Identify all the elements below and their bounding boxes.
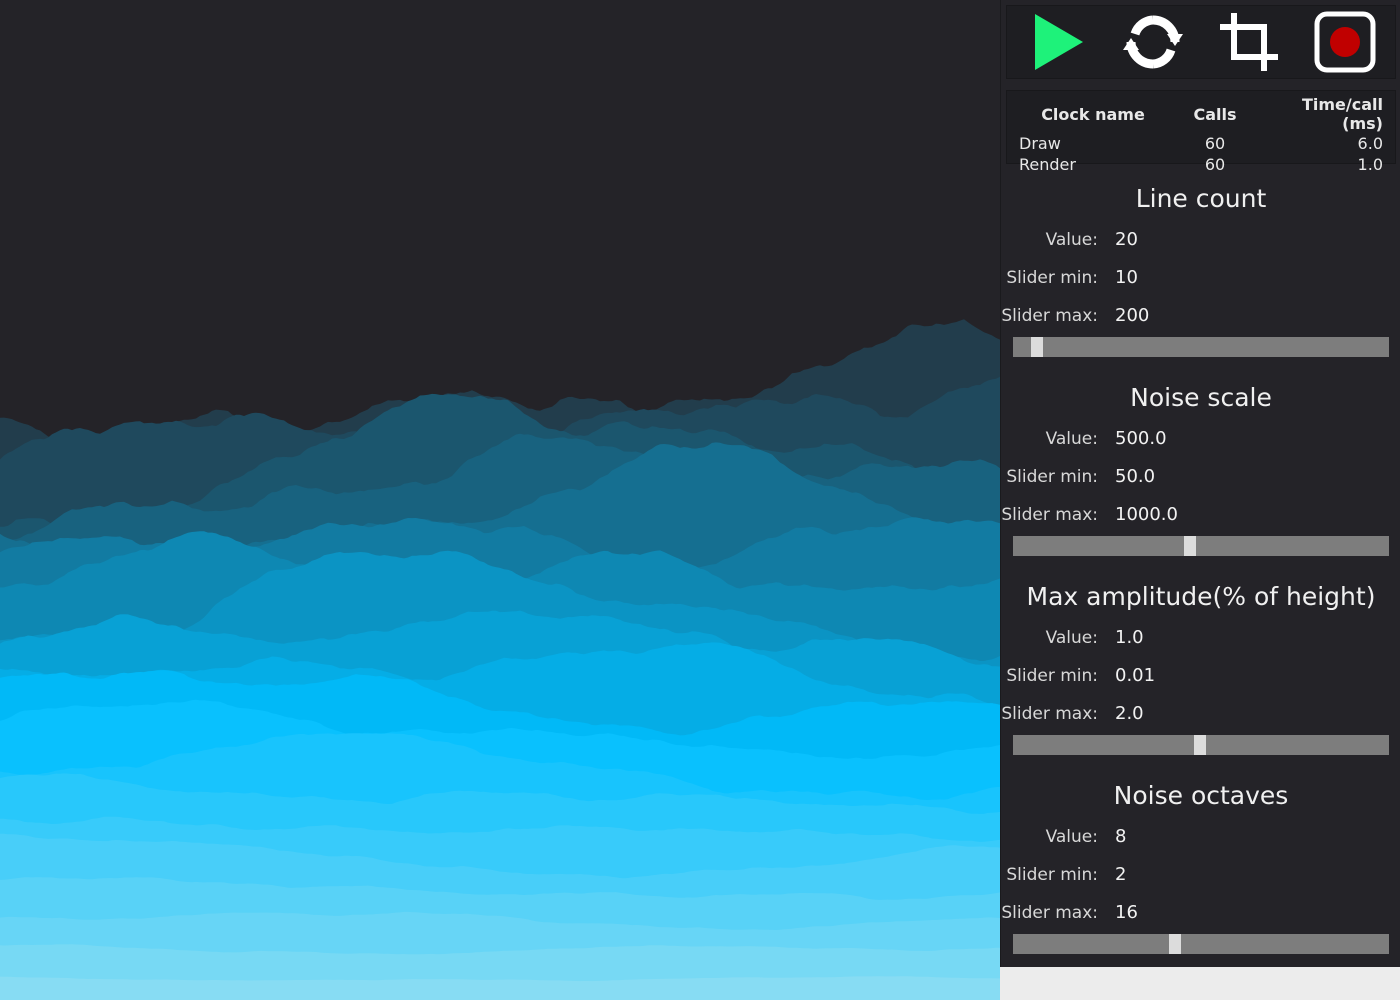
- clock-row: Draw 60 6.0: [1007, 133, 1395, 154]
- param-slider[interactable]: [1013, 337, 1389, 357]
- param-title: Line count: [1135, 184, 1267, 213]
- value-label: Value:: [1045, 230, 1098, 250]
- slider-min-field[interactable]: 2: [1115, 862, 1126, 888]
- clock-name: Draw: [1019, 134, 1061, 153]
- slider-max-label: Slider max:: [1001, 505, 1098, 525]
- clock-header-name: Clock name: [1041, 104, 1145, 124]
- slider-min-field[interactable]: 10: [1115, 265, 1138, 291]
- clock-time: 6.0: [1357, 134, 1383, 153]
- record-icon: [1314, 11, 1376, 73]
- value-field[interactable]: 1.0: [1115, 625, 1144, 651]
- param-title: Noise octaves: [1113, 781, 1289, 810]
- param-min-row: Slider min: 10: [1001, 265, 1400, 291]
- clock-table: Clock name Calls Time/call (ms) Draw 60 …: [1006, 90, 1396, 174]
- slider-handle[interactable]: [1184, 536, 1197, 556]
- landscape-canvas[interactable]: [0, 0, 1000, 1000]
- param-max-row: Slider max: 16: [1001, 900, 1400, 926]
- param-noise-octaves: Noise octaves Value: 8 Slider min: 2 Sli…: [1001, 767, 1400, 966]
- param-max-row: Slider max: 1000.0: [1001, 502, 1400, 528]
- clock-header-time: Time/call (ms): [1301, 95, 1383, 133]
- value-label: Value:: [1045, 429, 1098, 449]
- clock-header-calls: Calls: [1193, 104, 1237, 124]
- param-max-row: Slider max: 200: [1001, 303, 1400, 329]
- param-value-row: Value: 8: [1001, 824, 1400, 850]
- param-value-row: Value: 20: [1001, 227, 1400, 253]
- param-title: Max amplitude(% of height): [1026, 582, 1376, 611]
- slider-min-label: Slider min:: [1006, 268, 1098, 288]
- param-line-count: Line count Value: 20 Slider min: 10 Slid…: [1001, 170, 1400, 369]
- control-panel: Clock name Calls Time/call (ms) Draw 60 …: [1000, 0, 1400, 967]
- slider-max-label: Slider max:: [1001, 306, 1098, 326]
- landscape-layer: [0, 976, 1000, 1000]
- slider-max-label: Slider max:: [1001, 704, 1098, 724]
- slider-handle[interactable]: [1169, 934, 1182, 954]
- param-max-amplitude: Max amplitude(% of height) Value: 1.0 Sl…: [1001, 568, 1400, 767]
- slider-max-field[interactable]: 1000.0: [1115, 502, 1178, 528]
- slider-min-label: Slider min:: [1006, 666, 1098, 686]
- param-min-row: Slider min: 2: [1001, 862, 1400, 888]
- param-title: Noise scale: [1130, 383, 1272, 412]
- param-value-row: Value: 500.0: [1001, 426, 1400, 452]
- crop-icon: [1220, 13, 1278, 71]
- param-min-row: Slider min: 0.01: [1001, 663, 1400, 689]
- refresh-button[interactable]: [1121, 10, 1185, 74]
- refresh-icon: [1123, 15, 1183, 69]
- param-slider[interactable]: [1013, 934, 1389, 954]
- value-field[interactable]: 20: [1115, 227, 1138, 253]
- slider-min-field[interactable]: 50.0: [1115, 464, 1155, 490]
- slider-max-label: Slider max:: [1001, 903, 1098, 923]
- play-icon: [1035, 14, 1083, 70]
- record-button[interactable]: [1313, 10, 1377, 74]
- slider-min-label: Slider min:: [1006, 865, 1098, 885]
- slider-max-field[interactable]: 2.0: [1115, 701, 1144, 727]
- noise-landscape: [0, 319, 1000, 1000]
- slider-min-label: Slider min:: [1006, 467, 1098, 487]
- param-max-row: Slider max: 2.0: [1001, 701, 1400, 727]
- value-label: Value:: [1045, 628, 1098, 648]
- slider-max-field[interactable]: 16: [1115, 900, 1138, 926]
- value-label: Value:: [1045, 827, 1098, 847]
- slider-handle[interactable]: [1030, 337, 1043, 357]
- panel-footer: [1000, 967, 1400, 1000]
- play-button[interactable]: [1025, 10, 1089, 74]
- value-field[interactable]: 500.0: [1115, 426, 1167, 452]
- slider-handle[interactable]: [1193, 735, 1206, 755]
- value-field[interactable]: 8: [1115, 824, 1126, 850]
- slider-min-field[interactable]: 0.01: [1115, 663, 1155, 689]
- slider-max-field[interactable]: 200: [1115, 303, 1149, 329]
- clock-calls: 60: [1204, 134, 1226, 153]
- crop-button[interactable]: [1217, 10, 1281, 74]
- param-noise-scale: Noise scale Value: 500.0 Slider min: 50.…: [1001, 369, 1400, 568]
- toolbar: [1006, 5, 1396, 79]
- param-min-row: Slider min: 50.0: [1001, 464, 1400, 490]
- param-slider[interactable]: [1013, 536, 1389, 556]
- param-value-row: Value: 1.0: [1001, 625, 1400, 651]
- param-slider[interactable]: [1013, 735, 1389, 755]
